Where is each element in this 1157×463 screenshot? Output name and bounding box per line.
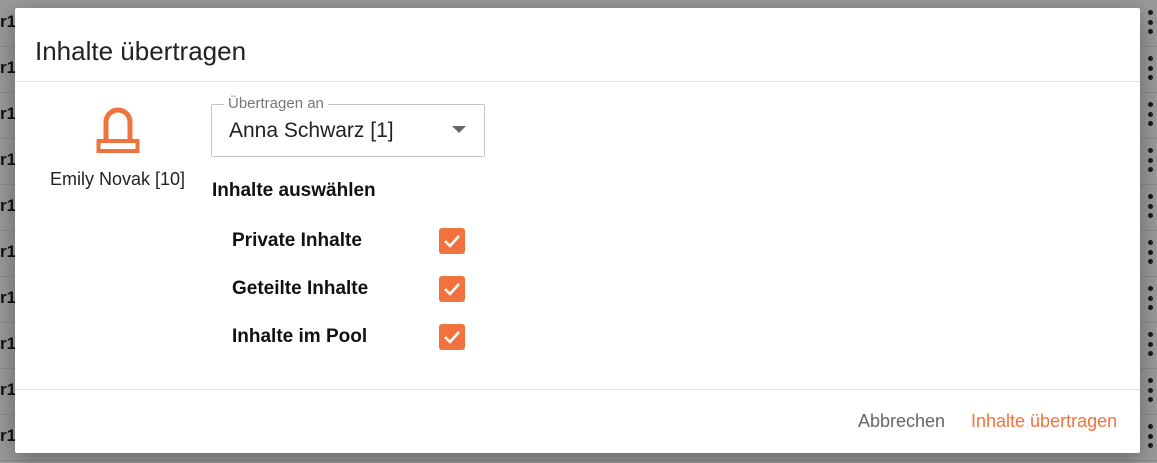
check-icon — [444, 235, 460, 248]
list-item-label: r1 — [0, 196, 16, 215]
footer-divider — [15, 389, 1140, 390]
dialog-title: Inhalte übertragen — [35, 36, 247, 66]
option-private-content: Private Inhalte — [232, 226, 472, 256]
list-item-label: r1 — [0, 426, 16, 445]
list-item-label: r1 — [0, 12, 16, 31]
source-user-name: Emily Novak [10] — [49, 169, 186, 189]
pool-content-checkbox[interactable] — [439, 324, 465, 350]
option-pool-content: Inhalte im Pool — [232, 322, 472, 352]
more-vert-icon[interactable] — [1147, 194, 1153, 218]
more-vert-icon[interactable] — [1147, 332, 1153, 356]
list-item-label: r1 — [0, 58, 16, 77]
more-vert-icon[interactable] — [1147, 424, 1153, 448]
option-label: Inhalte im Pool — [232, 326, 368, 347]
more-vert-icon[interactable] — [1147, 378, 1153, 402]
section-title: Inhalte auswählen — [212, 180, 376, 201]
more-vert-icon[interactable] — [1147, 286, 1153, 310]
option-label: Geteilte Inhalte — [232, 278, 369, 299]
list-item-label: r1 — [0, 334, 16, 353]
private-content-checkbox[interactable] — [439, 228, 465, 254]
transfer-to-select[interactable]: Übertragen an Anna Schwarz [1] — [211, 95, 485, 157]
list-item-label: r1 — [0, 150, 16, 169]
cancel-button[interactable]: Abbrechen — [858, 411, 945, 432]
option-label: Private Inhalte — [232, 230, 362, 251]
transfer-to-label: Übertragen an — [224, 95, 328, 112]
more-vert-icon[interactable] — [1147, 56, 1153, 80]
caret-down-icon — [452, 126, 466, 133]
option-shared-content: Geteilte Inhalte — [232, 274, 472, 304]
more-vert-icon[interactable] — [1147, 10, 1153, 34]
check-icon — [444, 331, 460, 344]
transfer-content-button[interactable]: Inhalte übertragen — [971, 411, 1117, 432]
header-divider — [15, 81, 1140, 82]
more-vert-icon[interactable] — [1147, 240, 1153, 264]
list-item-label: r1 — [0, 288, 16, 307]
more-vert-icon[interactable] — [1147, 102, 1153, 126]
list-item-label: r1 — [0, 380, 16, 399]
list-item-label: r1 — [0, 242, 16, 261]
shared-content-checkbox[interactable] — [439, 276, 465, 302]
source-user: Emily Novak [10] — [35, 103, 200, 190]
more-vert-icon[interactable] — [1147, 148, 1153, 172]
transfer-content-dialog: Inhalte übertragen Emily Novak [10] Über… — [15, 8, 1140, 453]
user-badge-icon — [96, 107, 139, 153]
list-item-label: r1 — [0, 104, 16, 123]
check-icon — [444, 283, 460, 296]
transfer-to-value: Anna Schwarz [1] — [229, 119, 394, 142]
